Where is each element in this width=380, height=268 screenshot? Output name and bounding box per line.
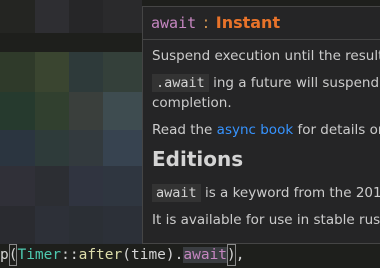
code-method-name[interactable]: after xyxy=(79,247,123,263)
hover-edition-line-1: await is a keyword from the 2018 e xyxy=(152,183,380,203)
hover-title: Instant xyxy=(215,13,281,32)
hover-desc-line-2: .await ing a future will suspend th compl… xyxy=(152,73,380,113)
code-call-open: ( xyxy=(122,247,131,263)
code-prefix-char: p xyxy=(0,247,9,263)
hover-desc-for-details: for details on ho xyxy=(297,122,380,138)
code-trailing-comma: , xyxy=(235,247,245,263)
hover-header: await : Instant xyxy=(143,7,380,40)
hover-desc-line-1: Suspend execution until the result of xyxy=(152,48,380,64)
editions-heading: Editions xyxy=(152,147,244,171)
matched-close-paren: ) xyxy=(227,244,236,266)
hover-body: Suspend execution until the result of .a… xyxy=(143,40,380,230)
async-book-link[interactable]: async book xyxy=(217,122,293,138)
hover-desc-read-the: Read the xyxy=(152,122,213,138)
hover-edition-line-1-text: is a keyword from the 2018 e xyxy=(204,185,380,201)
hover-popup[interactable]: await : Instant Suspend execution until … xyxy=(142,6,380,244)
code-argument[interactable]: time xyxy=(131,247,166,263)
hover-keyword: await xyxy=(151,14,197,32)
inline-code-await-2: await xyxy=(152,184,201,202)
hover-edition-line-2: It is available for use in stable rust f… xyxy=(152,212,380,228)
inline-code-await: .await xyxy=(152,74,209,92)
hover-separator: : xyxy=(203,13,209,32)
hover-desc-line-3: Read the async book for details on ho xyxy=(152,120,380,140)
hover-desc-line-2-text: ing a future will suspend th xyxy=(213,75,380,91)
code-await-keyword[interactable]: await xyxy=(183,247,228,263)
code-line[interactable]: p(Timer::after(time).await), xyxy=(0,244,380,266)
hover-desc-line-2b: completion. xyxy=(152,95,232,111)
code-type-name[interactable]: Timer xyxy=(17,247,61,263)
code-call-close: ) xyxy=(165,247,175,263)
code-path-separator: :: xyxy=(61,247,79,263)
